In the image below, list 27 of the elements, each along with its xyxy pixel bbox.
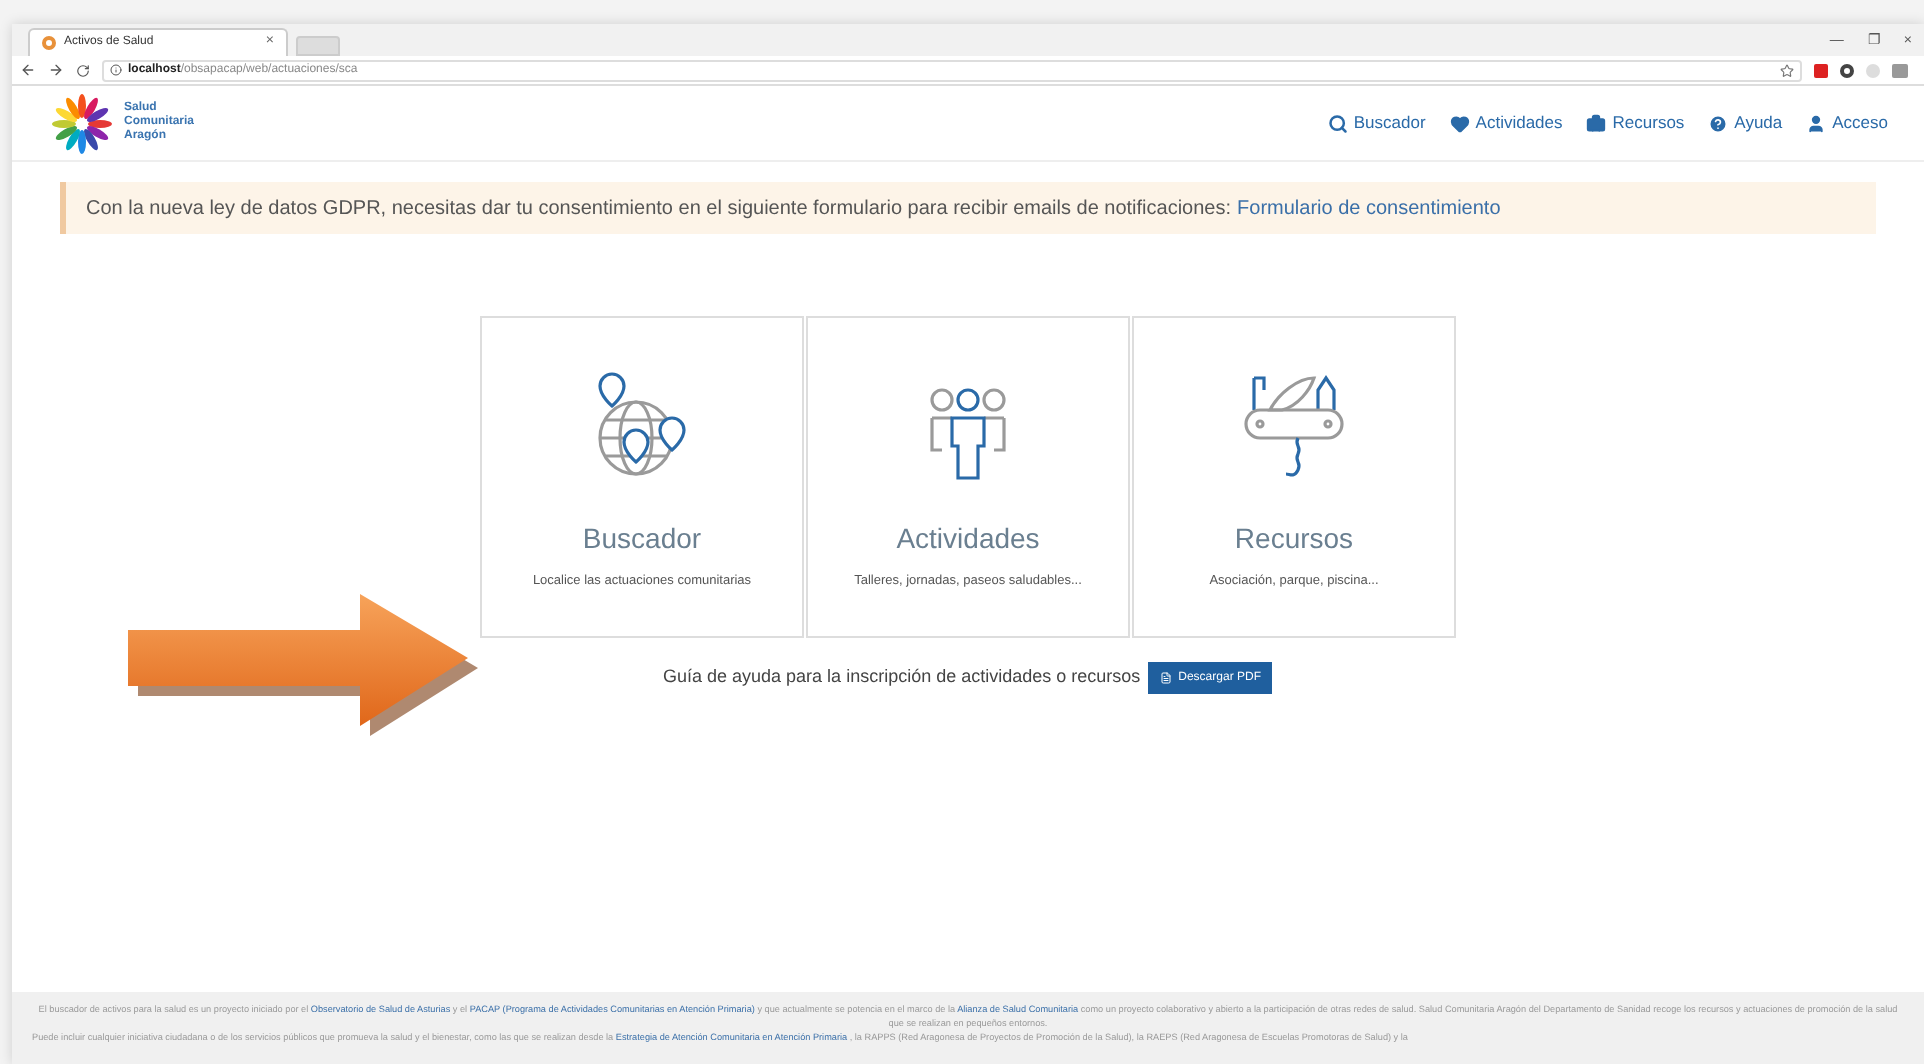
briefcase-icon bbox=[1586, 113, 1607, 133]
user-icon bbox=[1806, 113, 1827, 133]
help-icon bbox=[1708, 113, 1729, 133]
card-title: Buscador bbox=[582, 520, 702, 558]
favicon-icon bbox=[42, 36, 56, 50]
heart-icon bbox=[1449, 113, 1470, 133]
nav-link[interactable]: Ayuda bbox=[1708, 110, 1783, 136]
guide-text: Guía de ayuda para la inscripción de actividades o recursos bbox=[663, 664, 1141, 691]
globe-pins-icon bbox=[592, 370, 692, 482]
logo-icon bbox=[48, 91, 116, 155]
consent-link[interactable]: Formulario de consentimiento bbox=[1237, 193, 1501, 223]
forward-icon[interactable] bbox=[48, 62, 64, 78]
nav-link[interactable]: Buscador bbox=[1327, 110, 1426, 136]
pocket-knife-icon bbox=[1238, 370, 1350, 482]
bookmark-star-icon[interactable] bbox=[1780, 63, 1794, 77]
reload-icon[interactable] bbox=[76, 63, 90, 77]
card-title: Recursos bbox=[1234, 520, 1354, 558]
people-icon bbox=[924, 386, 1012, 482]
notice-text: Con la nueva ley de datos GDPR, necesitas dar tu consentimiento en el siguiente formulario para recibir emails de notificaciones: bbox=[86, 195, 1232, 223]
info-icon bbox=[110, 64, 122, 76]
nav-link[interactable]: Recursos bbox=[1586, 110, 1685, 136]
document-icon bbox=[1160, 672, 1173, 684]
card-title: Actividades bbox=[896, 520, 1040, 558]
back-icon[interactable] bbox=[20, 62, 36, 78]
nav-link[interactable]: Acceso bbox=[1806, 110, 1888, 136]
nav-link[interactable]: Actividades bbox=[1449, 110, 1563, 136]
search-icon bbox=[1327, 113, 1348, 133]
